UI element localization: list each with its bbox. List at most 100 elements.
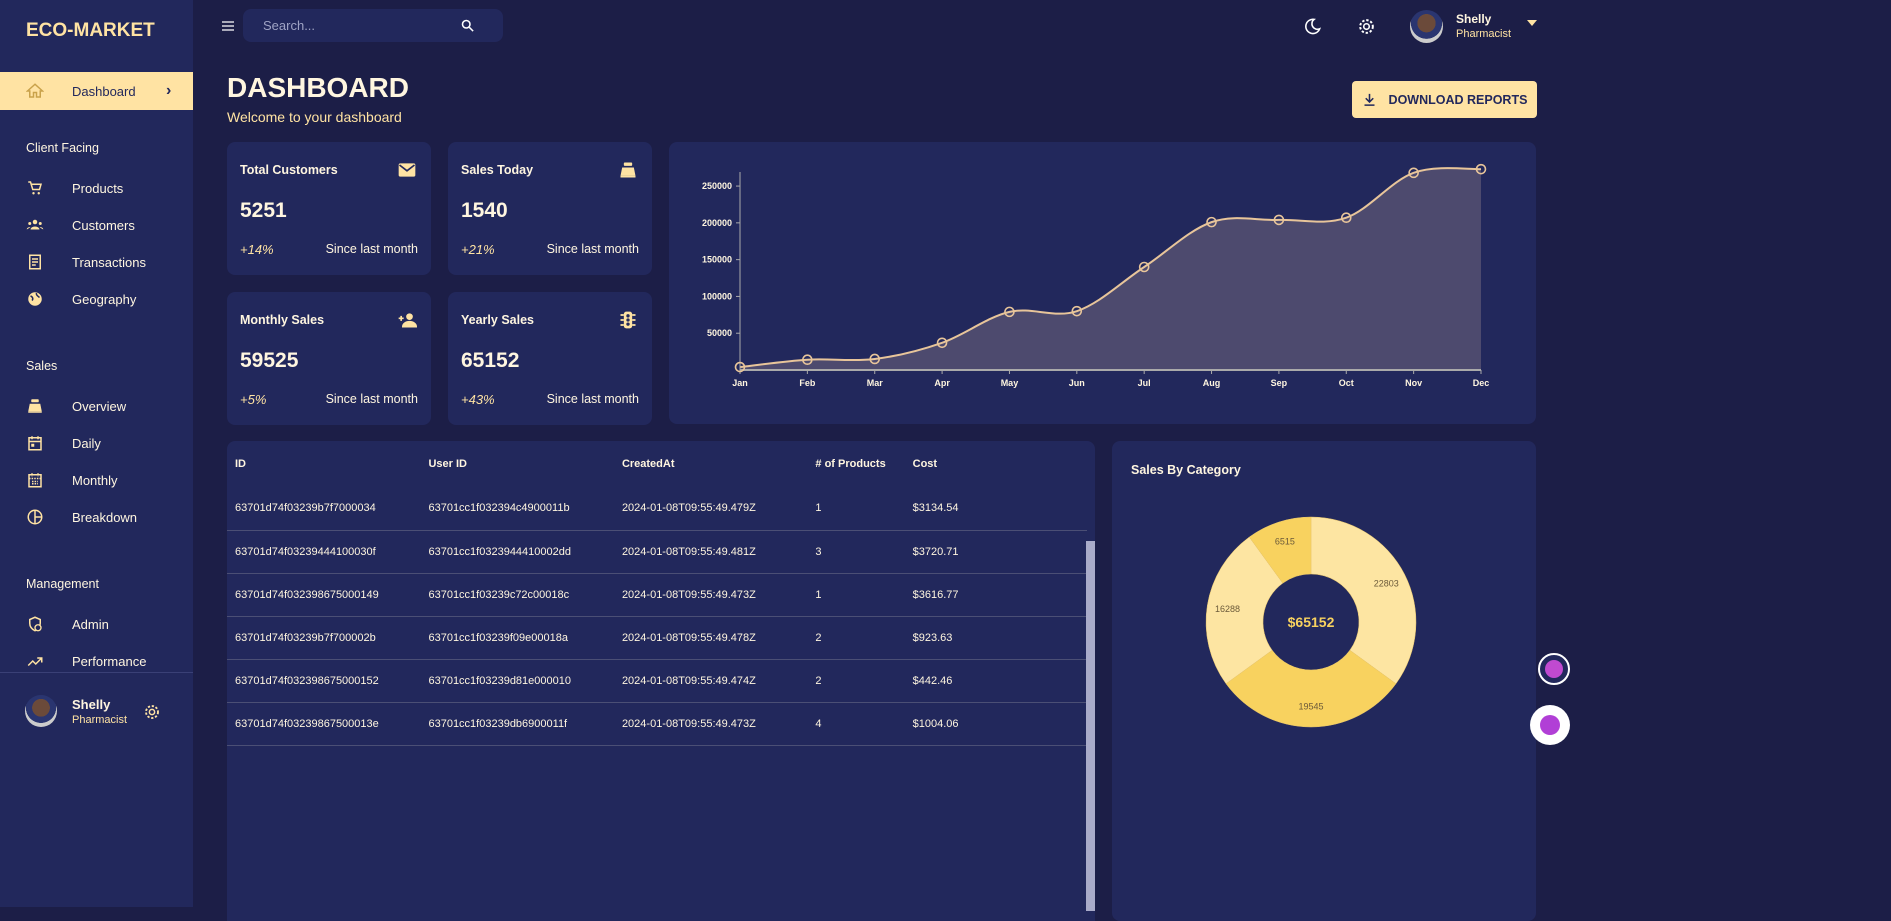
table-row[interactable]: 63701d74f032398675000152 63701cc1f03239d8…	[227, 659, 1087, 703]
table-cell: 63701cc1f03239f09e00018a	[420, 616, 614, 660]
table-row[interactable]: 63701d74f03239867500013e 63701cc1f03239db…	[227, 702, 1087, 746]
sidebar-section-title: Sales	[26, 359, 58, 373]
table-scrollbar[interactable]	[1086, 541, 1095, 911]
stat-change: +21%	[461, 242, 495, 257]
x-tick-label: Jan	[732, 378, 748, 388]
x-tick-label: Nov	[1405, 378, 1422, 388]
column-header[interactable]: CreatedAt	[614, 441, 807, 487]
x-tick-label: Jun	[1069, 378, 1085, 388]
user-name: Shelly	[72, 697, 111, 712]
table-cell: 63701cc1f03239d81e000010	[420, 659, 614, 703]
table-cell: 2	[807, 616, 905, 660]
caret-down-icon[interactable]	[1527, 20, 1537, 26]
stat-value: 59525	[240, 349, 299, 372]
column-header[interactable]: # of Products	[807, 441, 904, 487]
calendar-month-icon	[28, 473, 42, 488]
traffic-icon	[620, 311, 636, 329]
search-input[interactable]: Search...	[243, 9, 503, 42]
x-tick-label: Jul	[1138, 378, 1151, 388]
stat-change: +5%	[240, 392, 267, 407]
table-cell: 63701d74f03239867500013e	[227, 702, 421, 746]
sidebar-item-customers[interactable]: Customers	[0, 210, 193, 240]
avatar	[1410, 10, 1443, 43]
x-tick-label: Aug	[1203, 378, 1221, 388]
stat-value: 65152	[461, 349, 520, 372]
y-tick-label: 200000	[702, 218, 732, 228]
column-header[interactable]: ID	[227, 441, 420, 487]
stat-title: Yearly Sales	[461, 313, 534, 327]
table-row[interactable]: 63701d74f032398675000149 63701cc1f03239c7…	[227, 573, 1087, 617]
transactions-table: ID User ID CreatedAt # of Products Cost 63701…	[227, 441, 1095, 921]
sidebar-item-daily[interactable]: Daily	[0, 428, 193, 458]
table-cell: $3720.71	[904, 530, 1087, 574]
sidebar-item-products[interactable]: Products	[0, 173, 193, 203]
menu-icon[interactable]	[220, 18, 236, 34]
sidebar-user[interactable]: Shelly Pharmacist	[0, 672, 193, 907]
table-cell: 63701cc1f03239db6900011f	[420, 702, 614, 746]
line-chart-svg: 50000 100000 150000 200000 250000 Jan Feb Mar Ap…	[702, 163, 1489, 388]
sidebar-item-label: Customers	[72, 217, 135, 233]
table-cell: 63701d74f03239b7f700002b	[227, 616, 421, 660]
table-cell: 63701cc1f03239c72c00018c	[420, 573, 614, 617]
pie-slice[interactable]	[1310, 516, 1417, 685]
email-icon	[398, 163, 416, 177]
x-tick-label: Apr	[934, 378, 950, 388]
receipt-icon	[29, 254, 41, 270]
sales-by-category-card: Sales By Category 22803 19545 16288 6515 $6…	[1112, 441, 1536, 921]
sidebar-item-dashboard[interactable]: Dashboard ›	[0, 72, 193, 110]
column-header[interactable]: Cost	[905, 441, 1087, 487]
globe-icon	[28, 292, 42, 306]
sidebar-item-admin[interactable]: Admin	[0, 609, 193, 639]
table-row[interactable]: 63701d74f03239b7f7000034 63701cc1f032394c…	[227, 487, 1087, 531]
table-cell: 2024-01-08T09:55:49.479Z	[613, 487, 808, 531]
topbar: Search... Shelly Pharmacist	[193, 0, 1891, 52]
sidebar-item-overview[interactable]: Overview	[0, 391, 193, 421]
assistant-brain-button[interactable]	[1538, 653, 1570, 685]
search-icon[interactable]	[460, 18, 475, 33]
table-cell: 63701d74f03239444100030f	[227, 530, 421, 574]
stat-card-sales-today: Sales Today 1540 +21% Since last month	[448, 142, 652, 275]
table-cell: 2024-01-08T09:55:49.481Z	[613, 530, 808, 574]
x-tick-label: Mar	[867, 378, 884, 388]
gear-icon[interactable]	[143, 703, 161, 721]
sidebar-item-geography[interactable]: Geography	[0, 284, 193, 314]
pie-chart-svg: 22803 19545 16288 6515	[1205, 516, 1417, 728]
y-tick-label: 100000	[702, 291, 732, 301]
table-cell: 63701cc1f032394c4900011b	[420, 487, 614, 531]
sidebar-item-breakdown[interactable]: Breakdown	[0, 502, 193, 532]
table-row[interactable]: 63701d74f03239444100030f 63701cc1f0323944…	[227, 530, 1087, 574]
calendar-day-icon	[28, 436, 42, 451]
table-cell: 63701d74f032398675000152	[227, 659, 421, 703]
table-cell: 1	[807, 573, 905, 617]
table-cell: 2024-01-08T09:55:49.478Z	[613, 616, 808, 660]
user-role: Pharmacist	[1456, 28, 1512, 40]
sidebar-item-label: Products	[72, 180, 124, 196]
table-row[interactable]: 63701d74f03239b7f700002b 63701cc1f03239f0…	[227, 616, 1087, 660]
column-header[interactable]: User ID	[420, 441, 613, 487]
sidebar-item-label: Performance	[72, 653, 147, 669]
stat-since: Since last month	[325, 242, 418, 256]
table-cell: 63701d74f03239b7f7000034	[227, 487, 421, 531]
table-cell: $923.63	[904, 616, 1087, 660]
sidebar-item-transactions[interactable]: Transactions	[0, 247, 193, 277]
sidebar-item-monthly[interactable]: Monthly	[0, 465, 193, 495]
x-tick-label: May	[1001, 378, 1019, 388]
pie-slice-label: 6515	[1275, 537, 1295, 547]
avatar	[25, 695, 57, 727]
settings-gear-icon[interactable]	[1357, 17, 1376, 36]
download-icon	[1364, 93, 1375, 106]
download-label: DOWNLOAD REPORTS	[1388, 92, 1528, 107]
download-reports-button[interactable]: DOWNLOAD REPORTS	[1352, 81, 1537, 118]
assistant-brain-button-2[interactable]	[1530, 705, 1570, 745]
cart-icon	[28, 181, 42, 195]
sidebar-item-label: Monthly	[72, 472, 118, 488]
table-cell: $3134.54	[904, 487, 1087, 531]
sidebar-item-label: Overview	[72, 398, 127, 414]
stat-value: 1540	[461, 199, 508, 222]
trending-up-icon	[27, 657, 43, 667]
table-cell: $442.46	[904, 659, 1087, 703]
dark-mode-moon-icon[interactable]	[1303, 17, 1322, 36]
sidebar-item-label: Geography	[72, 291, 137, 307]
brain-icon	[1545, 660, 1563, 678]
home-icon	[26, 83, 44, 98]
